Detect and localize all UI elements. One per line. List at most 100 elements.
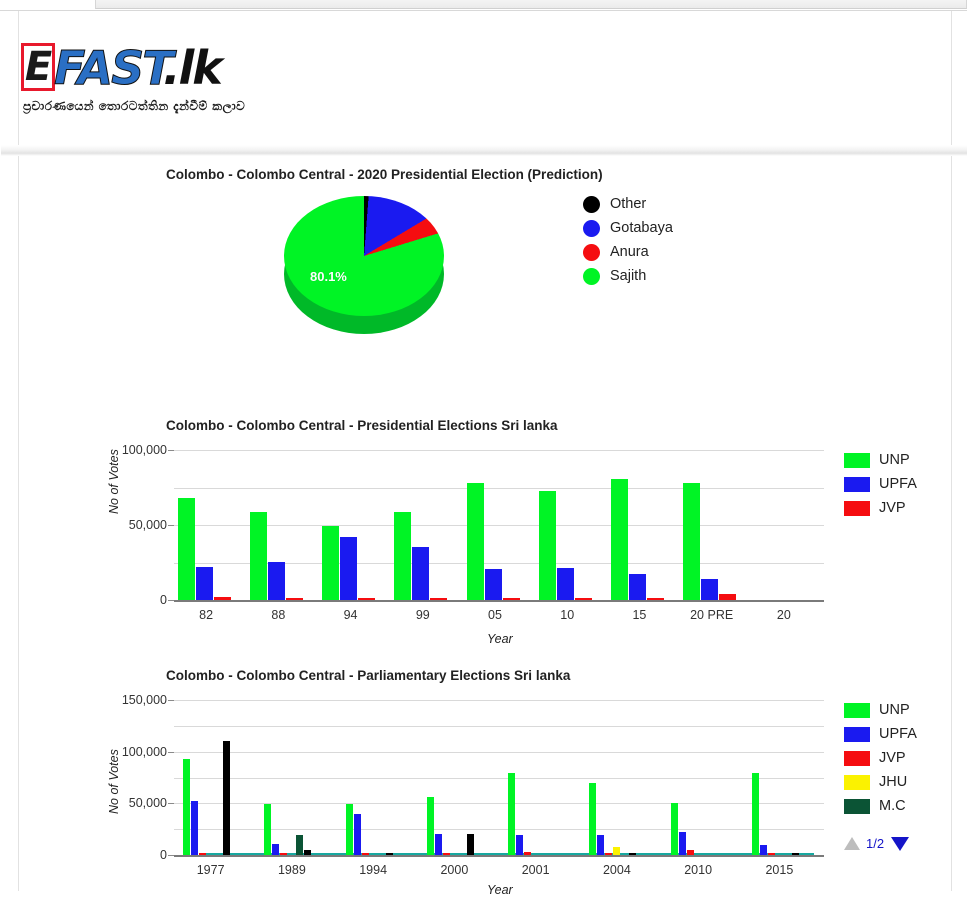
legend-dot-icon-anura [583,243,600,261]
gridline [174,777,824,779]
legend-item-jvp[interactable]: JVP [844,746,917,770]
bar[interactable] [605,853,613,855]
legend-label-upfa: UPFA [879,476,917,492]
y-tick-mark [168,525,174,526]
bar[interactable] [412,546,430,600]
bar[interactable] [223,741,231,855]
y-axis-tick: 0 [160,848,167,862]
bar[interactable] [628,573,646,600]
bar[interactable] [751,773,759,855]
legend-item-mc[interactable]: M.C [844,794,917,818]
bar[interactable] [613,846,621,855]
bar[interactable] [767,853,775,855]
bar[interactable] [610,478,628,600]
bar[interactable] [597,834,605,855]
legend-swatch-icon-unp [844,702,870,718]
bar[interactable] [322,525,340,600]
bar[interactable] [442,853,450,855]
bar[interactable] [249,512,267,600]
y-axis-tick: 100,000 [121,744,167,759]
triangle-down-icon[interactable] [891,836,910,851]
legend-item-other[interactable]: Other [579,192,673,216]
legend-dot-icon-sajith [583,267,600,285]
bar[interactable] [516,835,524,855]
bar[interactable] [183,758,191,855]
bar[interactable] [340,537,358,600]
triangle-up-icon[interactable] [844,837,860,850]
x-axis-tick: 2004 [602,863,631,877]
bar[interactable] [296,835,304,855]
pie-slices [284,196,444,316]
legend-item-jvp[interactable]: JVP [844,496,917,520]
x-axis-tick: 1994 [359,863,388,877]
legend-label-mc: M.C [879,798,906,814]
bar[interactable] [272,843,280,855]
bar[interactable] [484,569,502,600]
presidential-plot-area[interactable]: 0 50,000 100,000 82 88 94 99 05 10 15 20 PRE 20 [122,443,824,622]
bar[interactable] [434,834,442,855]
gridline [174,803,824,805]
bar[interactable] [574,598,592,600]
bar[interactable] [430,597,448,600]
bar[interactable] [280,853,288,855]
bar[interactable] [556,567,574,600]
bar[interactable] [791,852,799,855]
bar[interactable] [759,844,767,855]
bar[interactable] [345,804,353,855]
bar[interactable] [670,803,678,855]
bar[interactable] [394,511,412,600]
y-axis-tick: 100,000 [121,443,167,457]
pie-chart-legend: Other Gotabaya Anura Sajith [579,192,673,288]
bar[interactable] [524,852,532,855]
bar[interactable] [191,801,199,855]
x-axis-tick: 20 [776,608,791,622]
x-axis-tick: 82 [199,608,214,622]
x-axis-tick: 99 [415,608,430,622]
legend-item-unp[interactable]: UNP [844,698,917,722]
bar[interactable] [385,852,393,855]
bar[interactable] [195,567,213,600]
browser-tab[interactable] [95,0,967,9]
bar[interactable] [213,597,231,600]
bar[interactable] [264,804,272,855]
legend-item-upfa[interactable]: UPFA [844,472,917,496]
bar[interactable] [589,782,597,855]
bar[interactable] [267,561,285,600]
legend-swatch-icon-mc [844,798,870,814]
bar[interactable] [502,598,520,600]
bar[interactable] [426,797,434,855]
bar[interactable] [466,834,474,855]
bar[interactable] [199,853,207,855]
bar[interactable] [177,498,195,600]
bar[interactable] [353,813,361,855]
legend-item-jhu[interactable]: JHU [844,770,917,794]
legend-item-sajith[interactable]: Sajith [579,264,673,288]
parliamentary-y-axis-label: No of Votes [107,749,121,814]
legend-item-anura[interactable]: Anura [579,240,673,264]
bar[interactable] [701,579,719,600]
bar[interactable] [678,832,686,855]
gridline [174,487,824,489]
bar[interactable] [361,853,369,855]
bar[interactable] [358,598,376,600]
presidential-chart-title: Colombo - Colombo Central - Presidential… [166,418,558,433]
x-axis-tick: 2010 [684,863,713,877]
bar[interactable] [466,483,484,600]
x-axis-tick: 10 [560,608,575,622]
parliamentary-plot-area[interactable]: 0 50,000 100,000 150,000 1977 1989 1994 2000 200… [122,693,824,877]
bar[interactable] [629,853,637,855]
bar[interactable] [646,598,664,600]
bar[interactable] [686,849,694,855]
bar[interactable] [719,594,737,600]
legend-item-unp[interactable]: UNP [844,448,917,472]
bar[interactable] [304,850,312,855]
pie-chart-graphic[interactable]: 80.1% [284,196,444,336]
bar[interactable] [508,773,516,855]
page-frame: E FAST .lk ප්‍රචාරණයෙන් තොරටත්තින දැන්වී… [1,11,967,897]
bar[interactable] [683,483,701,600]
legend-item-upfa[interactable]: UPFA [844,722,917,746]
site-logo[interactable]: E FAST .lk ප්‍රචාරණයෙන් තොරටත්තින දැන්වී… [21,41,251,131]
bar[interactable] [538,490,556,600]
legend-item-gotabaya[interactable]: Gotabaya [579,216,673,240]
bar[interactable] [285,598,303,600]
